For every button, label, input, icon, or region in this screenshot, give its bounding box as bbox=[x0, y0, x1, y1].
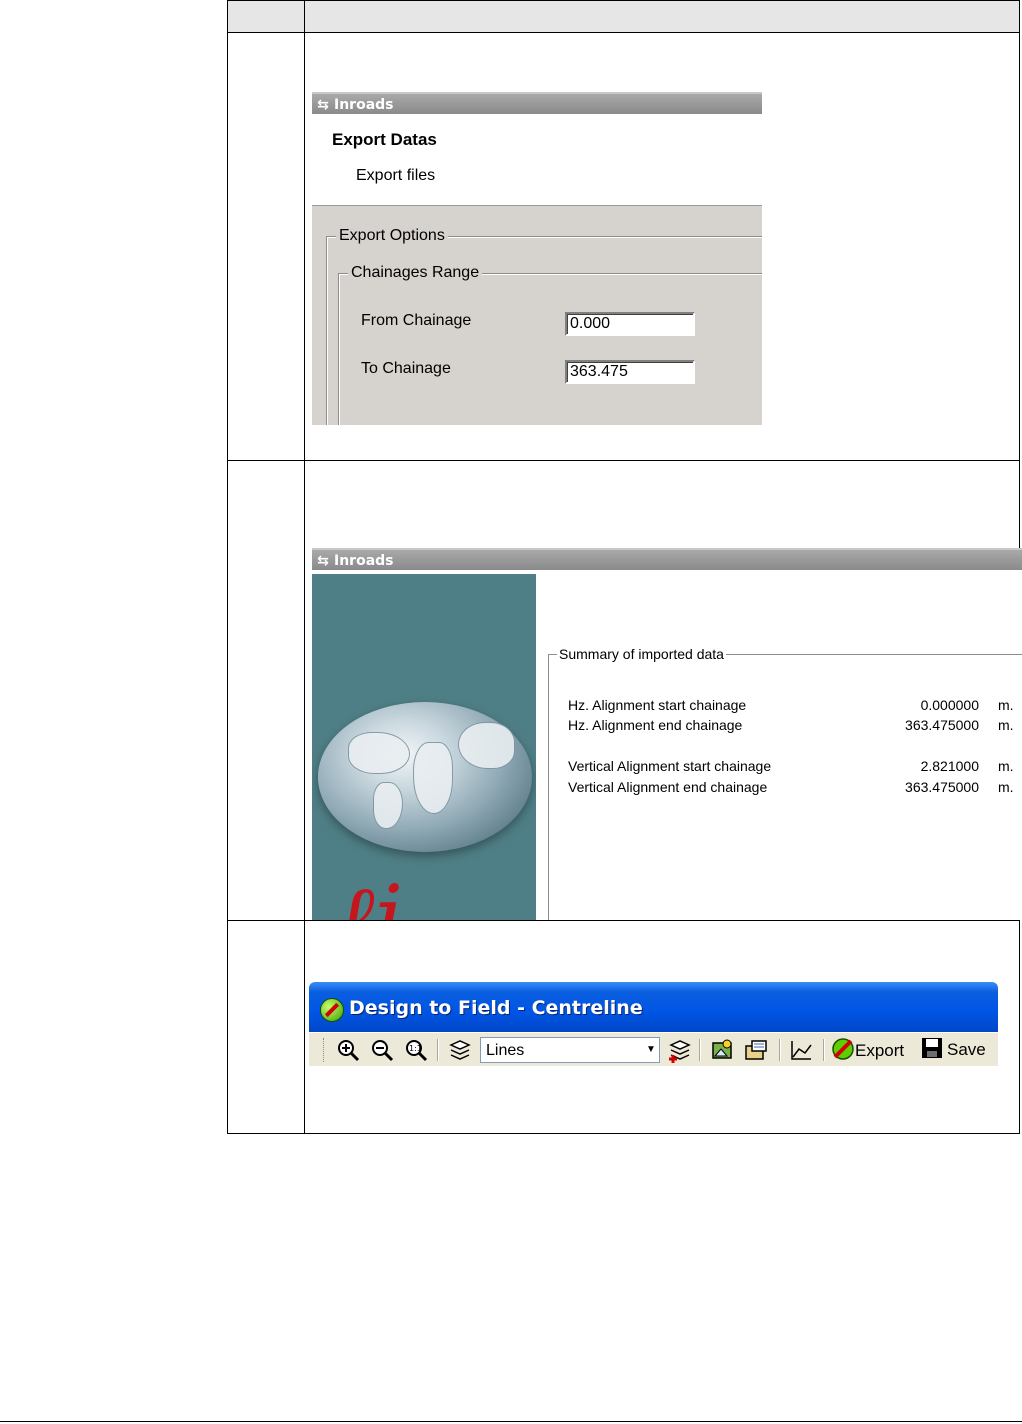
table-rule bbox=[227, 460, 1020, 461]
summary-row-value: 363.475000 bbox=[905, 779, 979, 795]
from-chainage-label: From Chainage bbox=[361, 312, 472, 329]
window-title-bar: Design to Field - Centreline bbox=[309, 982, 998, 1032]
chainages-range-legend: Chainages Range bbox=[348, 264, 483, 282]
layers-icon[interactable] bbox=[447, 1037, 473, 1063]
summary-row-unit: m. bbox=[998, 717, 1014, 733]
window-title: Inroads bbox=[334, 553, 394, 569]
from-chainage-field[interactable]: 0.000 bbox=[565, 312, 695, 336]
export-options-legend: Export Options bbox=[336, 227, 448, 245]
summary-row-label: Hz. Alignment start chainage bbox=[568, 697, 747, 713]
summary-row-label: Hz. Alignment end chainage bbox=[568, 717, 743, 733]
export-icon bbox=[832, 1038, 854, 1060]
export-label: Export bbox=[855, 1041, 905, 1060]
zoom-actual-size-icon[interactable]: 1:1 bbox=[403, 1037, 429, 1063]
window-title-bar: ⇆ Inroads bbox=[312, 92, 762, 114]
table-rule bbox=[227, 0, 1020, 1]
chevron-down-icon[interactable]: ▼ bbox=[643, 1038, 659, 1062]
logo-icon: ℓi bbox=[337, 866, 404, 921]
summary-row-unit: m. bbox=[998, 758, 1014, 774]
toolbar-separator bbox=[779, 1039, 781, 1061]
zoom-in-icon[interactable] bbox=[335, 1037, 361, 1063]
summary-row-value: 363.475000 bbox=[905, 717, 979, 733]
export-button[interactable]: Export bbox=[831, 1037, 904, 1063]
import-summary-screenshot: ⇆ Inroads ℓi Summary of imported data Hz.… bbox=[312, 548, 1022, 920]
table-rule bbox=[227, 1133, 1020, 1134]
design-to-field-icon bbox=[320, 998, 344, 1022]
window-title-bar: ⇆ Inroads bbox=[312, 548, 1022, 570]
svg-text:1:1: 1:1 bbox=[409, 1044, 422, 1053]
toolbar: 1:1 Lines ▼ Export Save bbox=[309, 1032, 998, 1066]
to-chainage-label: To Chainage bbox=[361, 360, 451, 377]
profile-chart-icon[interactable] bbox=[788, 1037, 814, 1063]
layer-select-value: Lines bbox=[486, 1042, 525, 1059]
layer-select[interactable]: Lines ▼ bbox=[480, 1037, 660, 1063]
page-title: Export Datas bbox=[332, 130, 437, 149]
table-rule bbox=[227, 32, 1020, 33]
zoom-out-icon[interactable] bbox=[369, 1037, 395, 1063]
properties-icon[interactable] bbox=[743, 1037, 769, 1063]
page-subtitle: Export files bbox=[356, 167, 436, 184]
summary-row-value: 2.821000 bbox=[920, 758, 979, 774]
summary-row-label: Vertical Alignment end chainage bbox=[568, 779, 768, 795]
table-rule bbox=[304, 0, 305, 1134]
splash-image: ℓi bbox=[312, 574, 536, 920]
window-title: Inroads bbox=[334, 97, 394, 113]
options-panel: Export Options Chainages Range From Chai… bbox=[312, 209, 762, 425]
inroads-app-icon: ⇆ bbox=[317, 553, 329, 569]
summary-row-value: 0.000000 bbox=[920, 697, 979, 713]
image-import-icon[interactable] bbox=[709, 1037, 735, 1063]
summary-legend: Summary of imported data bbox=[557, 646, 726, 662]
inroads-app-icon: ⇆ bbox=[317, 97, 329, 113]
save-button[interactable]: Save bbox=[921, 1037, 986, 1063]
design-to-field-screenshot: Design to Field - Centreline 1:1 Lines ▼ bbox=[309, 982, 998, 1066]
summary-row-unit: m. bbox=[998, 779, 1014, 795]
toolbar-separator bbox=[823, 1039, 825, 1061]
save-label: Save bbox=[947, 1040, 986, 1059]
table-header-row bbox=[228, 1, 1020, 32]
window-title: Design to Field - Centreline bbox=[349, 997, 643, 1019]
page-footer-rule bbox=[0, 1421, 1022, 1422]
layer-add-icon[interactable] bbox=[667, 1037, 693, 1063]
globe-icon bbox=[318, 702, 532, 852]
toolbar-grip[interactable] bbox=[323, 1038, 327, 1062]
summary-row-unit: m. bbox=[998, 697, 1014, 713]
toolbar-separator bbox=[699, 1039, 701, 1061]
table-rule bbox=[227, 920, 1020, 921]
table-rule bbox=[227, 0, 228, 1134]
export-datas-screenshot: ⇆ Inroads Export Datas Export files Expor… bbox=[312, 92, 762, 425]
summary-row-label: Vertical Alignment start chainage bbox=[568, 758, 772, 774]
toolbar-separator bbox=[437, 1039, 439, 1061]
to-chainage-field[interactable]: 363.475 bbox=[565, 360, 695, 384]
save-icon bbox=[922, 1038, 942, 1058]
chainages-range-group bbox=[338, 273, 762, 425]
